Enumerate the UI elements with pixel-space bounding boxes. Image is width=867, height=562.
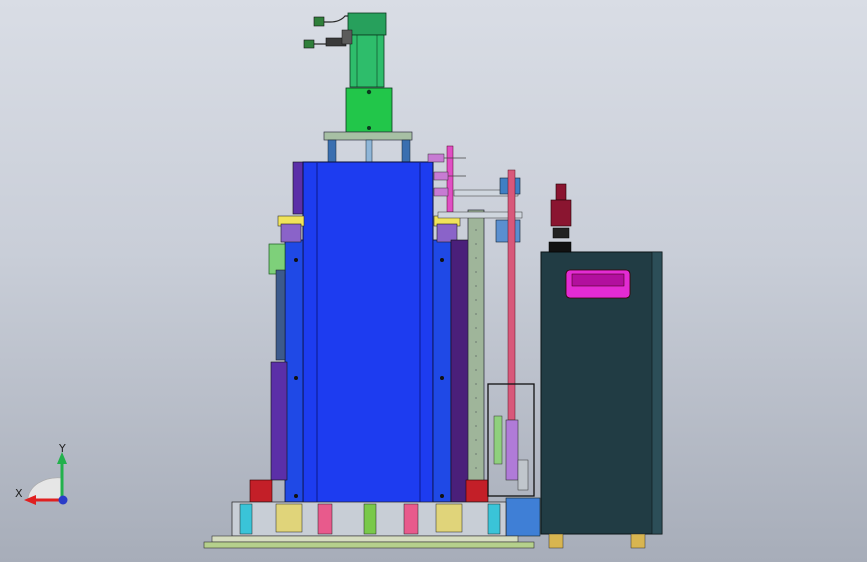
cabinet-handle[interactable] <box>565 269 631 299</box>
y-axis-label: Y <box>59 442 66 455</box>
coupling-housing[interactable] <box>345 87 393 133</box>
cad-viewport[interactable]: Y X <box>0 0 867 562</box>
axis-triad <box>24 452 68 505</box>
z-axis-dot <box>58 495 68 505</box>
control-cabinet[interactable] <box>540 251 663 549</box>
industrial-plug[interactable] <box>548 183 572 253</box>
main-blue-column[interactable] <box>284 161 452 505</box>
servo-motor[interactable] <box>341 12 387 88</box>
machine-assembly-drawing[interactable] <box>0 0 867 562</box>
x-axis-label: X <box>15 487 23 500</box>
base-assembly[interactable] <box>203 501 535 549</box>
lower-drive-box[interactable] <box>505 497 541 537</box>
top-mounting-plate[interactable] <box>323 131 413 163</box>
pink-rod[interactable] <box>507 169 516 421</box>
